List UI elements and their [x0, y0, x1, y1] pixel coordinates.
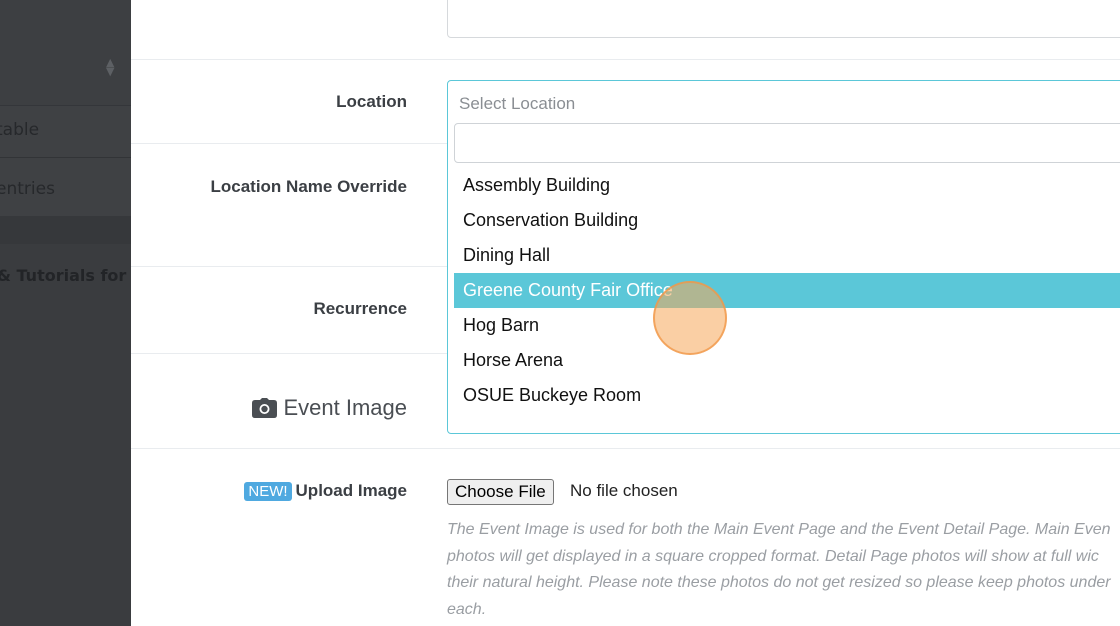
location-option[interactable]: Horse Arena	[454, 343, 1120, 378]
location-options-list[interactable]: Cattle Barn Assembly Building Conservati…	[454, 157, 1120, 433]
location-option[interactable]: OSUE Buckeye Room	[454, 378, 1120, 413]
choose-file-button[interactable]: Choose File	[447, 479, 554, 505]
file-status-text: No file chosen	[570, 481, 678, 500]
recurrence-label: Recurrence	[313, 299, 407, 318]
sidebar-item-label: & Tutorials for Ev	[0, 266, 131, 285]
sidebar-item-table[interactable]: table	[0, 106, 131, 158]
location-option-highlighted[interactable]: Greene County Fair Office	[454, 273, 1120, 308]
location-option[interactable]: Conservation Building	[454, 203, 1120, 238]
sort-icon[interactable]: ▲ ▼	[106, 57, 114, 77]
sidebar-item-entries[interactable]: entries	[0, 158, 131, 216]
camera-icon	[252, 398, 278, 418]
sidebar-item-label: table	[0, 120, 40, 140]
location-search-input[interactable]	[454, 123, 1120, 163]
new-badge: NEW!	[244, 482, 292, 501]
upload-image-label-text: Upload Image	[295, 481, 407, 500]
sidebar-divider	[0, 216, 131, 244]
sidebar-item-tutorials[interactable]: & Tutorials for Ev	[0, 244, 131, 626]
event-form: Location Location Name Override Recurren…	[131, 0, 1120, 626]
location-label: Location	[336, 92, 407, 111]
event-image-label-text: Event Image	[283, 395, 407, 420]
sidebar-item-label: entries	[0, 179, 55, 199]
upload-image-label: NEW! Upload Image	[244, 481, 407, 501]
event-image-label: Event Image	[252, 395, 407, 421]
location-option[interactable]: Dining Hall	[454, 238, 1120, 273]
location-name-override-label: Location Name Override	[210, 177, 407, 196]
previous-field-input[interactable]	[447, 0, 1120, 38]
row-divider	[131, 59, 1120, 60]
upload-help-text: The Event Image is used for both the Mai…	[447, 521, 1111, 618]
location-option[interactable]: Assembly Building	[454, 168, 1120, 203]
location-option[interactable]: Hog Barn	[454, 308, 1120, 343]
sidebar-overlay: ▲▼ table entries & Tutorials for Ev	[0, 0, 131, 626]
location-select[interactable]: Select Location Cattle Barn Assembly Bui…	[447, 80, 1120, 434]
sidebar-header: ▲ ▼	[0, 0, 131, 106]
location-select-placeholder: Select Location	[459, 94, 576, 113]
row-divider	[131, 448, 1120, 449]
